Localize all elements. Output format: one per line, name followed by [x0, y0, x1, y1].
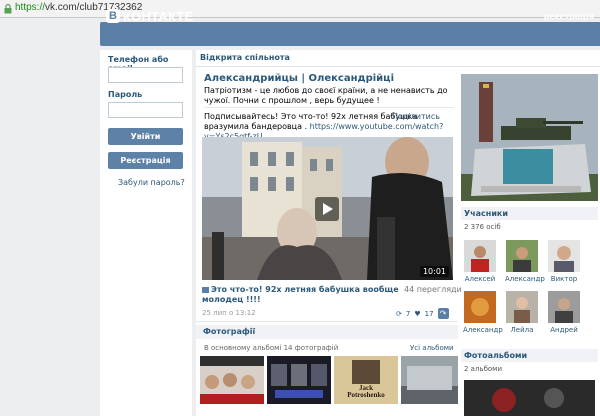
post-actions: ⟳ 7 ♥ 17 ↷ — [396, 308, 449, 319]
avatar — [464, 291, 496, 323]
phone-email-input[interactable] — [108, 67, 183, 83]
share-link[interactable]: Поділитись — [392, 112, 440, 121]
share-icon[interactable]: ↷ — [437, 308, 449, 319]
avatar — [506, 240, 538, 272]
member-name: Александр — [505, 275, 545, 283]
albums-count: 2 альбоми — [464, 365, 502, 373]
browser-address-bar[interactable]: https://vk.com/club71732362 — [0, 0, 600, 18]
video-icon — [202, 286, 209, 293]
video-views: 44 перегляди — [404, 285, 462, 294]
members-count: 2 376 осіб — [464, 223, 501, 231]
password-input[interactable] — [108, 102, 183, 118]
member-item[interactable]: Виктор — [547, 240, 581, 283]
member-item[interactable]: Лейла — [505, 291, 539, 334]
photo-thumbnail[interactable] — [200, 356, 264, 404]
post-divider — [196, 321, 458, 322]
site-header — [0, 18, 600, 50]
photo-image — [267, 356, 331, 404]
group-title: Александрийцы | Олександрійці — [204, 73, 395, 84]
photo-thumbnail[interactable] — [401, 356, 458, 404]
video-title[interactable]: Это что-то! 92х летняя бабушка вообще мо… — [202, 285, 402, 305]
header-bar — [100, 22, 600, 46]
member-item[interactable]: Алексей — [463, 240, 497, 283]
like-count: 17 — [424, 309, 434, 318]
forgot-password-link[interactable]: Забули пароль? — [118, 178, 185, 187]
group-description: Патріотизм - це любов до своєї країни, а… — [204, 86, 448, 105]
breadcrumb: Відкрита спільнота — [200, 53, 290, 62]
vk-logo-text: КОНТАКТЕ — [123, 8, 194, 24]
login-button[interactable]: Увійти — [108, 128, 183, 145]
member-item[interactable]: Андрей — [547, 291, 581, 334]
like-icon[interactable]: ♥ — [414, 310, 420, 318]
description-divider — [204, 107, 454, 108]
all-albums-link[interactable]: Усі альбоми — [410, 344, 454, 352]
login-panel: Телефон або email Пароль Увійти Реєстрац… — [100, 50, 192, 416]
post-date[interactable]: 25 лип о 13:12 — [202, 309, 256, 317]
photo-image — [200, 356, 264, 404]
video-player[interactable]: 10:01 — [202, 137, 453, 280]
album-image — [464, 380, 595, 416]
vk-logo-badge: В — [106, 9, 120, 23]
member-name: Лейла — [510, 326, 534, 334]
avatar — [548, 291, 580, 323]
album-cover[interactable] — [464, 380, 595, 416]
albums-section-header[interactable]: Фотоальбоми — [461, 349, 598, 362]
main-content: Відкрита спільнота Александрийцы | Олекс… — [196, 50, 600, 416]
video-duration: 10:01 — [419, 266, 449, 277]
photo-image — [401, 356, 458, 404]
photos-section-header[interactable]: Фотографії — [196, 325, 458, 339]
member-item[interactable]: Александр — [463, 291, 503, 334]
register-button[interactable]: Реєстрація — [108, 152, 183, 169]
avatar — [464, 240, 496, 272]
members-section-header[interactable]: Учасники — [461, 207, 598, 220]
member-name: Александр — [463, 326, 503, 334]
member-name: Алексей — [464, 275, 496, 283]
photos-subtitle: В основному альбомі 14 фотографій — [204, 344, 339, 352]
play-icon[interactable] — [315, 197, 339, 221]
photo-caption: Jack Potroshenko — [347, 384, 385, 399]
photo-thumbnail[interactable] — [267, 356, 331, 404]
lock-icon — [4, 3, 12, 14]
photo-thumbnail[interactable]: Jack Potroshenko — [334, 356, 398, 404]
register-link[interactable]: реєстрація — [544, 12, 594, 21]
photo-thumbnails: Jack Potroshenko — [200, 356, 458, 411]
albums-title: Фотоальбоми — [464, 351, 528, 360]
members-title: Учасники — [464, 209, 508, 218]
member-name: Виктор — [550, 275, 578, 283]
avatar — [506, 291, 538, 323]
password-label: Пароль — [108, 90, 143, 99]
avatar — [548, 240, 580, 272]
repost-count: 7 — [405, 309, 411, 318]
photos-title: Фотографії — [203, 327, 256, 336]
group-cover-photo[interactable] — [461, 74, 598, 201]
right-sidebar: Учасники 2 376 осіб Алексей Александр Ви… — [459, 50, 600, 416]
vk-logo[interactable]: В КОНТАКТЕ — [106, 8, 193, 24]
repost-icon[interactable]: ⟳ — [396, 310, 402, 318]
member-item[interactable]: Александр — [505, 240, 545, 283]
member-name: Андрей — [550, 326, 578, 334]
tank-monument-image — [461, 74, 598, 201]
